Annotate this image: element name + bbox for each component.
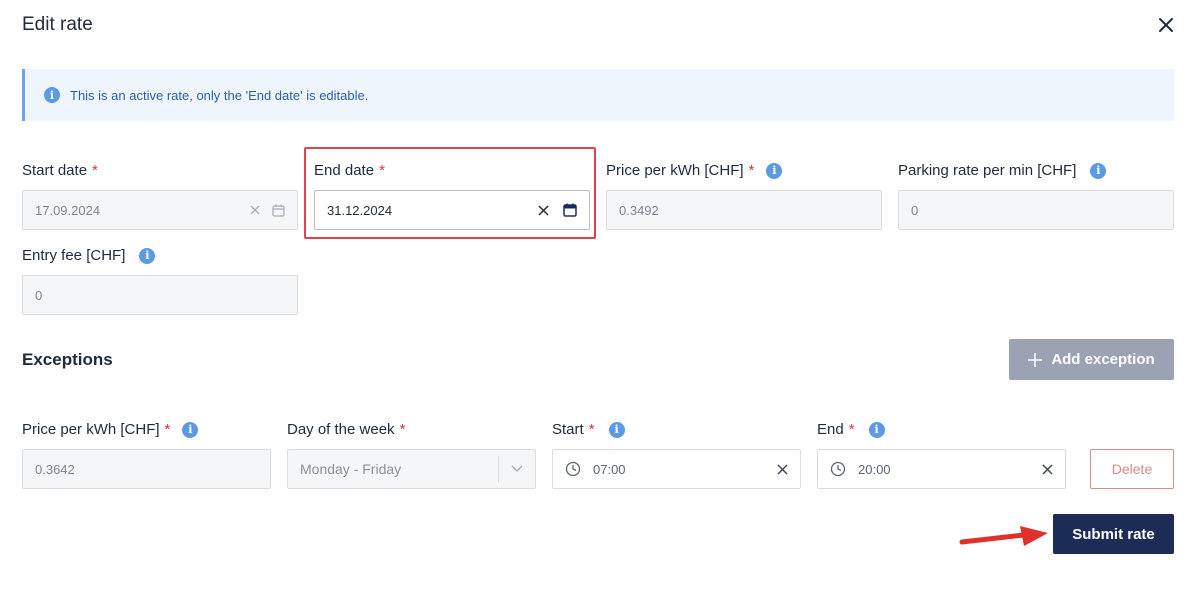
red-arrow-annotation	[959, 526, 1048, 546]
parking-rate-label: Parking rate per min [CHF] i	[898, 162, 1107, 179]
clock-icon	[565, 461, 581, 477]
exception-day-label: Day of the week *	[287, 421, 406, 438]
close-icon[interactable]	[1156, 15, 1176, 35]
exception-price-value: 0.3642	[35, 461, 75, 477]
info-icon[interactable]: i	[608, 421, 625, 438]
dialog-title: Edit rate	[22, 14, 93, 35]
add-exception-button[interactable]: Add exception	[1009, 339, 1174, 380]
info-icon[interactable]: i	[139, 247, 156, 264]
entry-fee-label: Entry fee [CHF] i	[22, 247, 156, 264]
exception-start-value[interactable]: 07:00	[593, 462, 777, 477]
clock-icon	[830, 461, 846, 477]
price-kwh-value: 0.3492	[619, 202, 659, 218]
required-marker: *	[164, 421, 171, 438]
info-banner: i This is an active rate, only the 'End …	[22, 69, 1174, 121]
info-icon: i	[44, 87, 60, 103]
exception-end-label: End * i	[817, 421, 885, 438]
parking-rate-value: 0	[911, 202, 919, 218]
exception-price-label: Price per kWh [CHF] * i	[22, 421, 199, 438]
chevron-down-icon	[499, 465, 535, 473]
start-date-field: 17.09.2024	[22, 190, 298, 230]
required-marker: *	[588, 421, 595, 438]
exception-start-field[interactable]: 07:00	[552, 449, 801, 489]
required-marker: *	[748, 162, 755, 179]
required-marker: *	[399, 421, 406, 438]
calendar-icon	[272, 204, 285, 217]
exception-end-field[interactable]: 20:00	[817, 449, 1066, 489]
entry-fee-value: 0	[35, 287, 43, 303]
entry-fee-field: 0	[22, 275, 298, 315]
parking-rate-field: 0	[898, 190, 1174, 230]
clear-icon[interactable]	[777, 464, 788, 475]
exception-day-select: Monday - Friday	[287, 449, 536, 489]
required-marker: *	[848, 421, 855, 438]
exceptions-title: Exceptions	[22, 350, 113, 369]
info-icon[interactable]: i	[182, 421, 199, 438]
clear-icon[interactable]	[1042, 464, 1053, 475]
info-icon[interactable]: i	[868, 421, 885, 438]
price-kwh-label: Price per kWh [CHF] * i	[606, 162, 783, 179]
highlight-box	[304, 147, 596, 239]
required-marker: *	[92, 162, 98, 179]
submit-rate-button[interactable]: Submit rate	[1053, 514, 1174, 554]
info-icon[interactable]: i	[1090, 162, 1107, 179]
exception-day-value: Monday - Friday	[300, 461, 402, 477]
price-kwh-field: 0.3492	[606, 190, 882, 230]
start-date-label: Start date *	[22, 162, 98, 179]
exception-start-label: Start * i	[552, 421, 625, 438]
start-date-value: 17.09.2024	[35, 202, 101, 218]
exception-end-value[interactable]: 20:00	[858, 462, 1042, 477]
clear-icon	[250, 205, 260, 215]
info-icon[interactable]: i	[766, 162, 783, 179]
info-banner-text: This is an active rate, only the 'End da…	[70, 87, 369, 103]
add-exception-label: Add exception	[1051, 351, 1155, 368]
plus-icon	[1028, 349, 1043, 371]
delete-exception-button[interactable]: Delete	[1090, 449, 1174, 489]
exception-price-field: 0.3642	[22, 449, 271, 489]
